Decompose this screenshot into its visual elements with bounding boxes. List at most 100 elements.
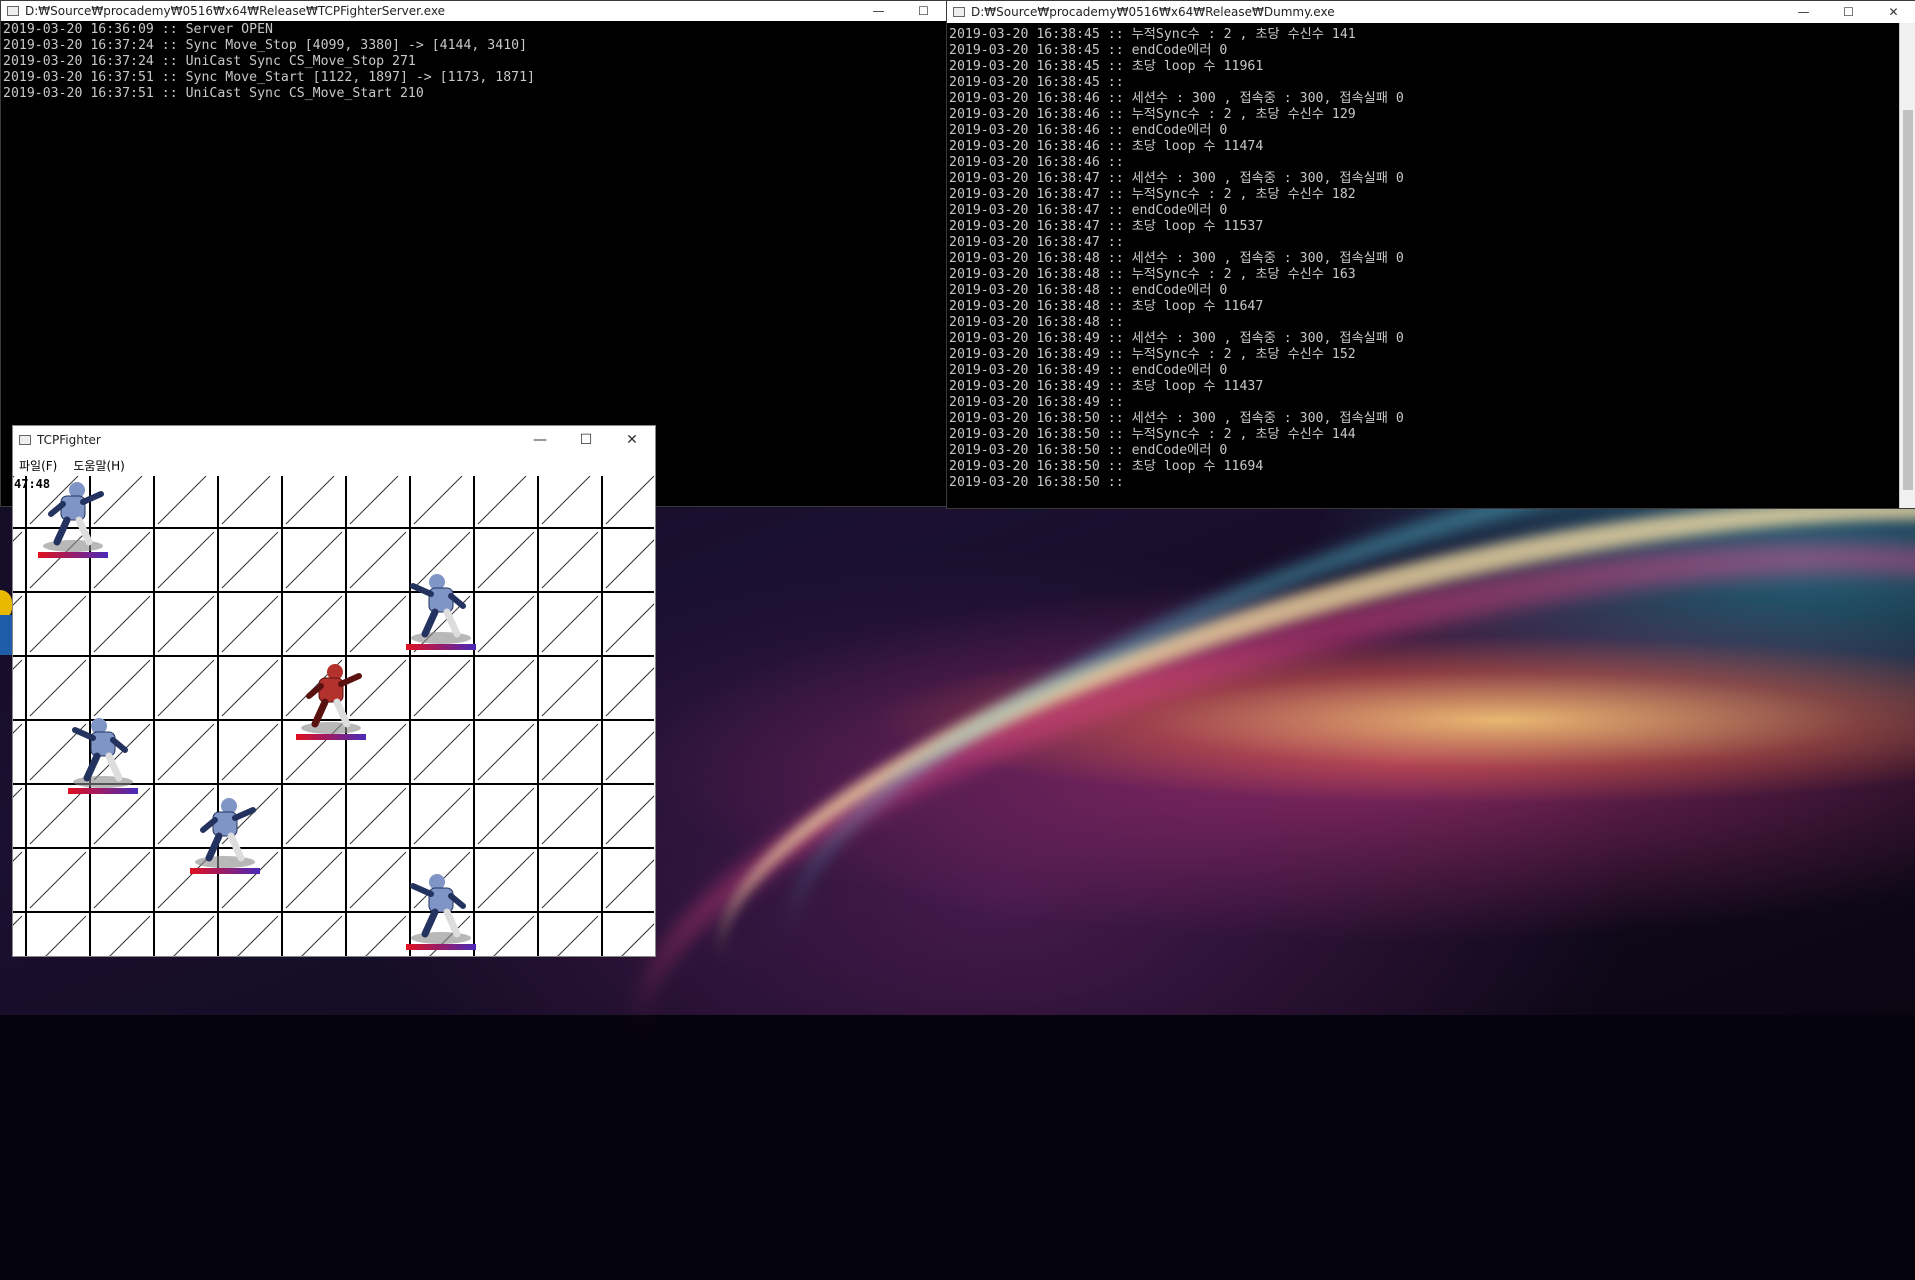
fighter-sprite[interactable] [190, 798, 260, 874]
dummy-console-output: 2019-03-20 16:38:45 :: 누적Sync수 : 2 , 초당 … [947, 27, 1900, 508]
tile-diagonal [541, 851, 599, 909]
maximize-button[interactable]: ☐ [901, 0, 946, 22]
console-line: 2019-03-20 16:38:47 :: 누적Sync수 : 2 , 초당 … [949, 187, 1356, 202]
minimize-button[interactable]: — [1781, 1, 1826, 23]
tile-diagonal [557, 915, 599, 956]
console-line: 2019-03-20 16:37:24 :: UniCast Sync CS_M… [3, 54, 416, 69]
tile-diagonal [13, 659, 23, 670]
console-line: 2019-03-20 16:38:47 :: endCode에러 0 [949, 203, 1228, 218]
desktop-shortcut-icon[interactable] [0, 615, 12, 655]
server-window-title: D:₩Source₩procademy₩0516₩x64₩Release₩TCP… [25, 4, 446, 18]
minimize-button[interactable]: — [517, 426, 563, 454]
minimize-button[interactable]: — [856, 0, 901, 22]
console-icon [7, 6, 19, 16]
tile-diagonal [29, 659, 87, 717]
tile-diagonal [541, 595, 599, 653]
tile-diagonal [13, 531, 23, 542]
tile-diagonal [93, 476, 143, 525]
app-icon [19, 435, 31, 445]
tile-diagonal [93, 851, 151, 909]
tile-diagonal [13, 851, 23, 862]
console-line: 2019-03-20 16:38:48 :: 세션수 : 300 , 접속중 :… [949, 251, 1404, 266]
tile-diagonal [413, 723, 471, 781]
tile-diagonal [237, 915, 279, 956]
console-line: 2019-03-20 16:37:51 :: Sync Move_Start [… [3, 70, 535, 85]
hp-bar [406, 644, 476, 650]
fighter-sprite[interactable] [296, 664, 366, 740]
fighter-sprite[interactable] [406, 574, 476, 650]
tile-diagonal [349, 595, 407, 653]
tile-diagonal [93, 787, 151, 845]
hp-bar [406, 944, 476, 950]
hp-bar [190, 868, 260, 874]
console-line: 2019-03-20 16:38:49 :: 누적Sync수 : 2 , 초당 … [949, 347, 1356, 362]
tile-diagonal [157, 723, 215, 781]
tile-diagonal [365, 915, 407, 956]
menu-bar: 파일(F) 도움말(H) [13, 454, 655, 476]
maximize-button[interactable]: ☐ [563, 426, 609, 454]
hp-bar [38, 552, 108, 558]
maximize-button[interactable]: ☐ [1826, 1, 1871, 23]
tile-diagonal [285, 476, 335, 525]
tile-diagonal [477, 659, 535, 717]
tile-diagonal [221, 723, 279, 781]
tile-diagonal [45, 915, 87, 956]
tile-diagonal [93, 531, 151, 589]
hp-bar [296, 734, 366, 740]
console-line: 2019-03-20 16:37:24 :: Sync Move_Stop [4… [3, 38, 528, 53]
console-line: 2019-03-20 16:38:46 :: [949, 155, 1124, 170]
tile-diagonal [605, 731, 654, 781]
game-map[interactable]: 47:48 [13, 476, 654, 956]
console-icon [953, 7, 965, 17]
console-line: 2019-03-20 16:38:46 :: 누적Sync수 : 2 , 초당 … [949, 107, 1356, 122]
tile-diagonal [605, 859, 654, 909]
tile-diagonal [349, 476, 399, 525]
tile-diagonal [493, 915, 535, 956]
close-button[interactable]: ✕ [609, 426, 655, 454]
tile-diagonal [221, 659, 279, 717]
tile-diagonal [301, 915, 343, 956]
tile-diagonal [349, 659, 407, 717]
menu-help[interactable]: 도움말(H) [73, 457, 125, 474]
console-line: 2019-03-20 16:38:46 :: endCode에러 0 [949, 123, 1228, 138]
tile-diagonal [29, 595, 87, 653]
console-line: 2019-03-20 16:38:49 :: endCode에러 0 [949, 363, 1228, 378]
tile-diagonal [93, 659, 151, 717]
tile-diagonal [477, 851, 535, 909]
tile-diagonal [413, 787, 471, 845]
dummy-console-window: D:₩Source₩procademy₩0516₩x64₩Release₩Dum… [946, 0, 1915, 509]
tile-diagonal [477, 787, 535, 845]
tile-diagonal [541, 659, 599, 717]
console-line: 2019-03-20 16:38:48 :: 초당 loop 수 11647 [949, 299, 1264, 314]
close-button[interactable]: ✕ [1871, 1, 1915, 23]
tile-diagonal [157, 595, 215, 653]
tile-diagonal [413, 476, 463, 525]
tile-diagonal [349, 787, 407, 845]
tile-diagonal [477, 531, 535, 589]
scrollbar-thumb[interactable] [1903, 110, 1913, 490]
console-line: 2019-03-20 16:38:49 :: [949, 395, 1124, 410]
console-line: 2019-03-20 16:38:49 :: 세션수 : 300 , 접속중 :… [949, 331, 1404, 346]
tile-diagonal [285, 531, 343, 589]
console-line: 2019-03-20 16:37:51 :: UniCast Sync CS_M… [3, 86, 424, 101]
menu-file[interactable]: 파일(F) [19, 457, 57, 474]
game-titlebar[interactable]: TCPFighter — ☐ ✕ [13, 426, 655, 454]
tile-diagonal [413, 659, 471, 717]
tcpfighter-window: TCPFighter — ☐ ✕ 파일(F) 도움말(H) 47:48 [12, 425, 656, 957]
tile-diagonal [29, 787, 87, 845]
tile-diagonal [221, 595, 279, 653]
tile-diagonal [605, 795, 654, 845]
tile-diagonal [541, 476, 591, 525]
game-timer: 47:48 [14, 477, 51, 491]
console-line: 2019-03-20 16:38:45 :: 누적Sync수 : 2 , 초당 … [949, 27, 1356, 42]
server-titlebar[interactable]: D:₩Source₩procademy₩0516₩x64₩Release₩TCP… [1, 1, 946, 21]
tile-diagonal [221, 476, 271, 525]
tile-diagonal [605, 539, 654, 589]
console-line: 2019-03-20 16:38:45 :: endCode에러 0 [949, 43, 1228, 58]
fighter-sprite[interactable] [68, 718, 138, 794]
console-line: 2019-03-20 16:38:50 :: 세션수 : 300 , 접속중 :… [949, 411, 1404, 426]
scrollbar[interactable] [1899, 23, 1915, 508]
console-line: 2019-03-20 16:36:09 :: Server OPEN [3, 22, 273, 37]
dummy-titlebar[interactable]: D:₩Source₩procademy₩0516₩x64₩Release₩Dum… [947, 1, 1915, 23]
tile-diagonal [349, 851, 407, 909]
